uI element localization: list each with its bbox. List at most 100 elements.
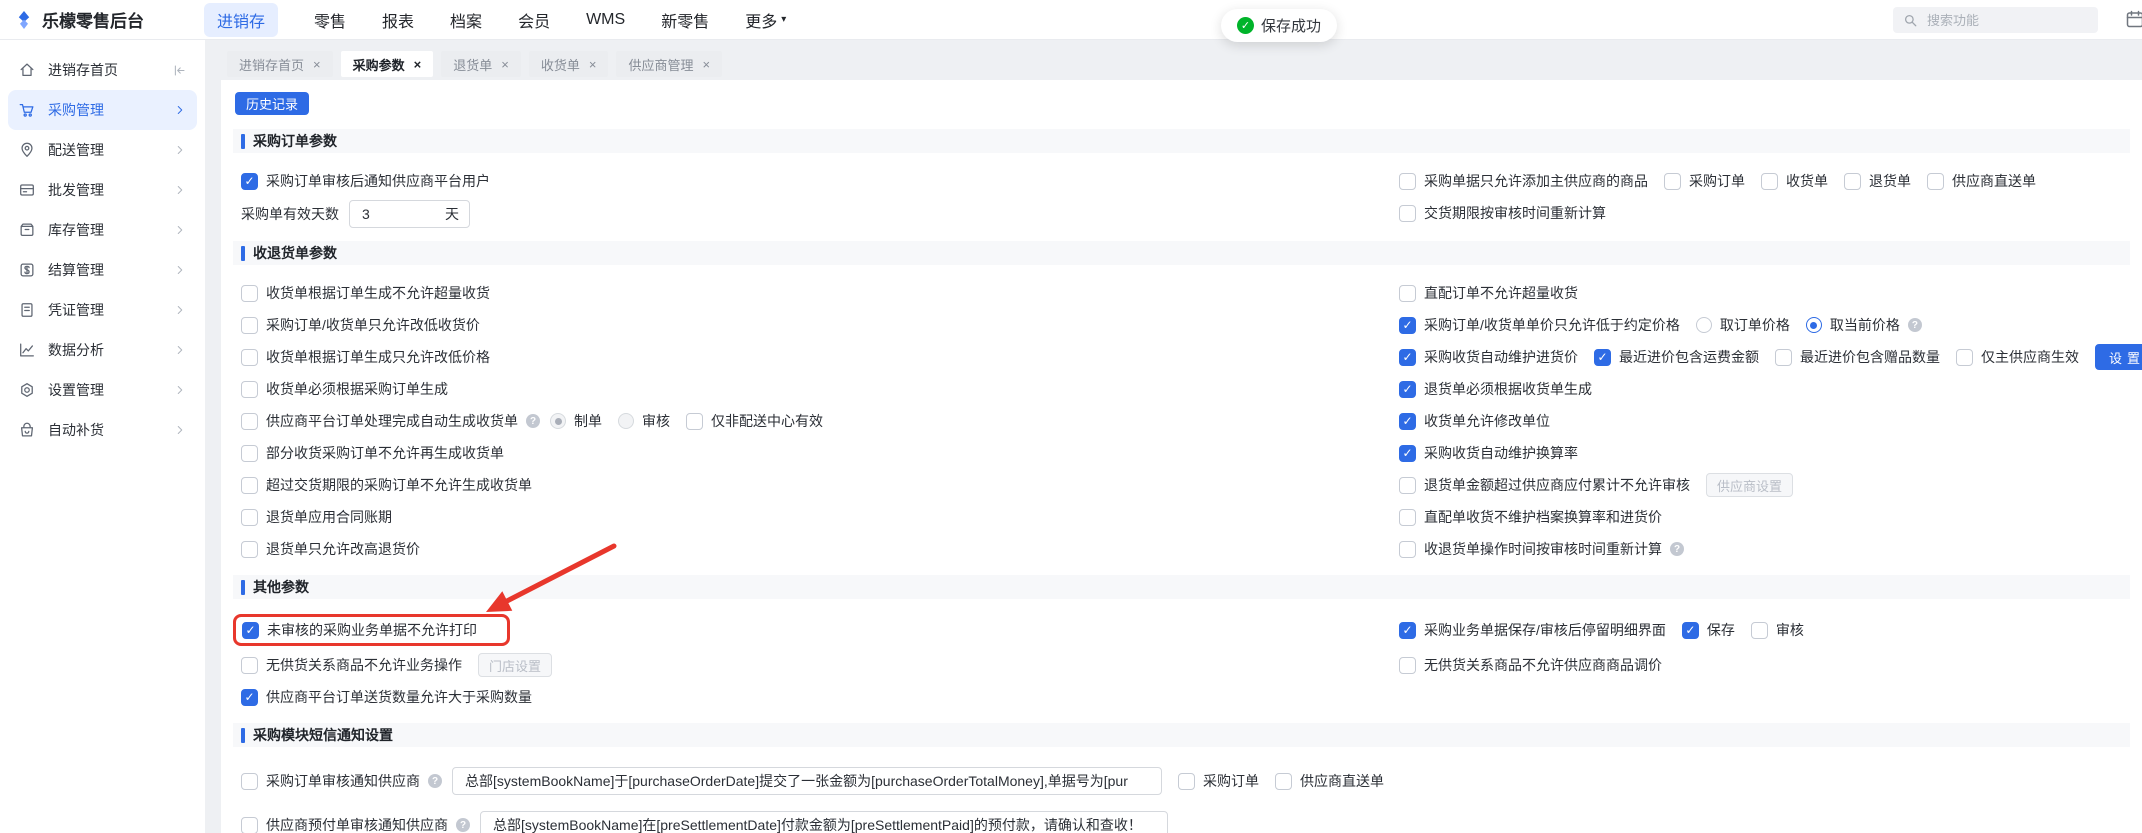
text-input[interactable] [491,816,1157,833]
checkbox[interactable] [1750,621,1768,639]
checkbox-option[interactable]: 无供货关系商品不允许业务操作 [241,655,462,675]
checkbox[interactable] [1775,348,1792,366]
sidebar-item[interactable]: 结算管理 [8,250,197,290]
checkbox-option[interactable]: 供应商预付单审核通知供应商 [241,815,448,833]
checkbox[interactable] [241,284,258,302]
nav-item[interactable]: 零售 [314,8,346,32]
nav-item[interactable]: 进销存 [204,2,279,37]
checkbox-option[interactable]: 部分收货采购订单不允许再生成收货单 [241,443,504,463]
nav-item[interactable]: 报表 [382,8,414,32]
sidebar-item[interactable]: 数据分析 [8,330,197,370]
checkbox-option[interactable]: ✓ 收货单允许修改单位 [1399,411,1550,431]
checkbox[interactable]: ✓ [241,688,258,706]
checkbox-option[interactable]: 最近进价包含赠品数量 [1775,347,1940,367]
text-input-box[interactable] [452,767,1162,795]
checkbox[interactable] [241,412,258,430]
checkbox[interactable] [241,540,258,558]
checkbox-option[interactable]: ✓ 采购订单审核后通知供应商平台用户 [241,171,490,191]
radio[interactable] [1805,317,1822,333]
checkbox[interactable] [241,380,258,398]
radio[interactable] [1695,317,1712,333]
checkbox[interactable] [686,412,703,430]
help-icon[interactable]: ? [1670,542,1684,556]
tab[interactable]: 进销存首页 × [227,51,333,77]
checkbox[interactable] [1927,172,1944,190]
tab[interactable]: 收货单 × [528,51,609,77]
checkbox[interactable]: ✓ [1594,348,1611,366]
checkbox-option[interactable]: 采购订单 [1178,771,1259,791]
checkbox-option[interactable]: 收货单必须根据采购订单生成 [241,379,448,399]
nav-item[interactable]: 更多 ▾ [745,8,786,32]
checkbox[interactable]: ✓ [1681,621,1699,639]
checkbox-option[interactable]: 超过交货期限的采购订单不允许生成收货单 [241,475,532,495]
collapse-icon[interactable] [172,63,187,78]
checkbox[interactable]: ✓ [1399,380,1416,398]
search-input[interactable] [1925,11,2075,29]
checkbox[interactable] [1275,772,1292,790]
text-input[interactable] [463,772,1151,790]
tab[interactable]: 退货单 × [441,51,521,77]
radio-option[interactable]: 取订单价格 [1695,315,1790,335]
text-input-box[interactable]: 天 [349,200,470,228]
calendar-icon[interactable] [2125,9,2142,29]
checkbox-option[interactable]: 无供货关系商品不允许供应商商品调价 [1399,655,1662,675]
checkbox[interactable] [1178,772,1195,790]
sidebar-item[interactable]: 凭证管理 [8,290,197,330]
checkbox[interactable] [241,476,258,494]
tab[interactable]: 供应商管理 × [616,51,723,77]
help-icon[interactable]: ? [456,818,470,832]
checkbox[interactable]: ✓ [1399,444,1416,462]
checkbox-option[interactable]: 退货单金额超过供应商应付累计不允许审核 [1399,475,1690,495]
checkbox-option[interactable]: 收退货单操作时间按审核时间重新计算 [1399,539,1662,559]
checkbox-option[interactable]: 收货单根据订单生成只允许改低价格 [241,347,490,367]
checkbox[interactable]: ✓ [1399,348,1416,366]
radio-option[interactable]: 审核 [618,411,670,431]
checkbox[interactable] [1399,204,1416,222]
checkbox[interactable] [1761,172,1778,190]
checkbox[interactable] [241,508,258,526]
checkbox[interactable] [1844,172,1861,190]
checkbox-option[interactable]: 采购订单/收货单只允许改低收货价 [241,315,480,335]
sidebar-item[interactable]: 采购管理 [8,90,197,130]
checkbox-option[interactable]: 仅非配送中心有效 [686,411,823,431]
nav-item[interactable]: 档案 [450,8,482,32]
tab-close-icon[interactable]: × [501,57,509,72]
checkbox-option[interactable]: 供应商直送单 [1927,171,2036,191]
checkbox-option[interactable]: ✓ 供应商平台订单送货数量允许大于采购数量 [241,687,532,707]
radio[interactable] [618,413,634,429]
checkbox-option[interactable]: 收货单 [1761,171,1828,191]
tab[interactable]: 采购参数 × [340,51,434,77]
checkbox-option[interactable]: ✓ 最近进价包含运费金额 [1594,347,1759,367]
text-input[interactable] [360,205,439,223]
checkbox-option[interactable]: ✓ 保存 [1681,620,1735,640]
checkbox-option[interactable]: ✓ 采购收货自动维护进货价 [1399,347,1578,367]
help-icon[interactable]: ? [428,774,442,788]
checkbox[interactable] [1399,284,1416,302]
radio[interactable] [550,413,566,429]
checkbox[interactable] [1399,172,1416,190]
checkbox[interactable]: ✓ [242,621,259,639]
tab-close-icon[interactable]: × [589,57,597,72]
checkbox-option[interactable]: 交货期限按审核时间重新计算 [1399,203,1606,223]
radio-option[interactable]: 取当前价格 [1805,315,1900,335]
button-设置[interactable]: 设置 [2095,344,2142,370]
sidebar-item[interactable]: 配送管理 [8,130,197,170]
checkbox[interactable] [241,316,258,334]
checkbox[interactable]: ✓ [1399,412,1416,430]
checkbox[interactable] [1399,508,1416,526]
checkbox[interactable] [241,816,258,833]
nav-item[interactable]: 会员 [518,8,550,32]
checkbox-option[interactable]: ✓ 采购业务单据保存/审核后停留明细界面 [1399,620,1666,640]
checkbox-option[interactable]: 采购订单 [1664,171,1745,191]
checkbox-option[interactable]: ✓ 未审核的采购业务单据不允许打印 [242,620,477,640]
checkbox-option[interactable]: 退货单只允许改高退货价 [241,539,420,559]
checkbox-option[interactable]: 退货单应用合同账期 [241,507,392,527]
nav-item[interactable]: WMS [586,11,625,29]
radio-option[interactable]: 制单 [550,411,602,431]
checkbox-option[interactable]: 采购订单审核通知供应商 [241,771,420,791]
checkbox-option[interactable]: ✓ 采购收货自动维护换算率 [1399,443,1578,463]
checkbox-option[interactable]: ✓ 退货单必须根据收货单生成 [1399,379,1592,399]
checkbox-option[interactable]: 仅主供应商生效 [1956,347,2079,367]
sidebar-item[interactable]: 批发管理 [8,170,197,210]
checkbox-option[interactable]: 供应商平台订单处理完成自动生成收货单 [241,411,518,431]
